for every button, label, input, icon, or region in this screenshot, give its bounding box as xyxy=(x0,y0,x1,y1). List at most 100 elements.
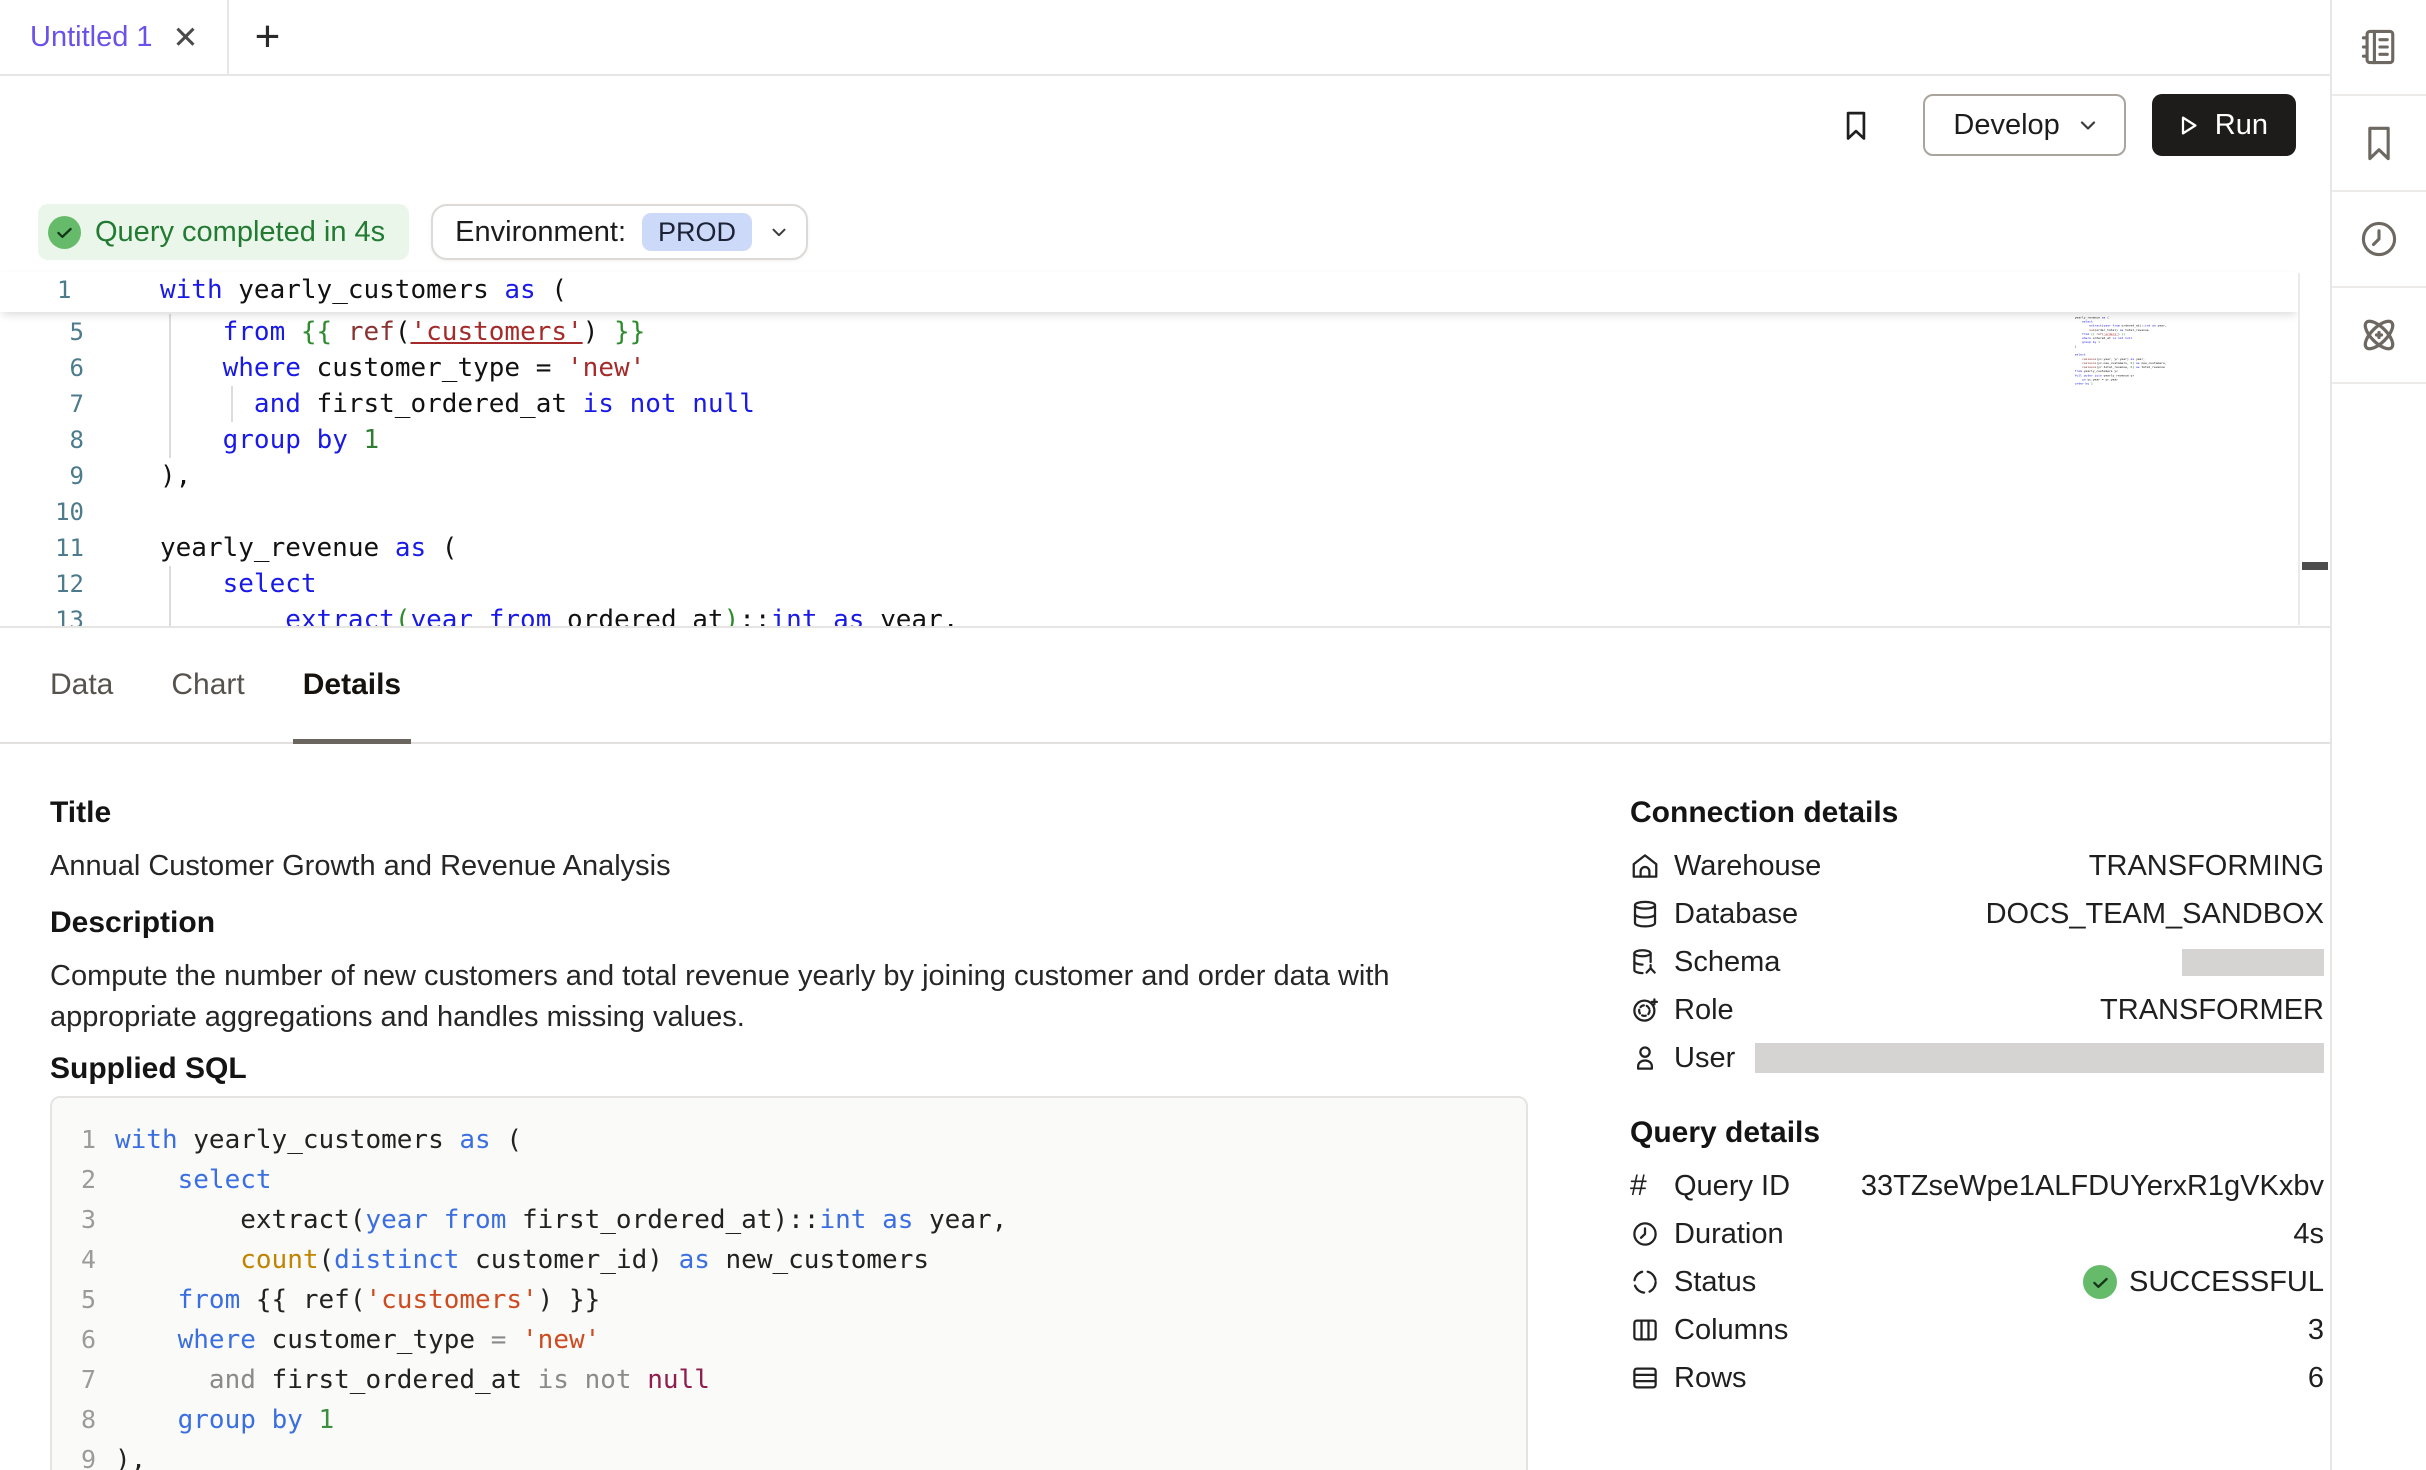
line-number: 9 xyxy=(52,1440,96,1470)
row-label: Schema xyxy=(1674,946,1780,979)
connection-row-schema: Schema xyxy=(1630,940,2324,984)
tab-data[interactable]: Data xyxy=(50,628,113,742)
line-number: 1 xyxy=(52,1120,96,1160)
sql-line: 4 count(distinct customer_id) as new_cus… xyxy=(52,1240,1526,1280)
sticky-line[interactable]: 1with yearly_customers as ( xyxy=(0,272,2298,312)
row-value: 3 xyxy=(2308,1314,2324,1347)
tab-chart[interactable]: Chart xyxy=(171,628,244,742)
row-label: Columns xyxy=(1674,1314,1788,1347)
line-number: 8 xyxy=(52,1400,96,1440)
query-row-duration: Duration 4s xyxy=(1630,1212,2324,1256)
line-number: 1 xyxy=(0,272,84,308)
run-button[interactable]: Run xyxy=(2152,94,2296,156)
line-number: 6 xyxy=(52,1320,96,1360)
code-line[interactable]: 9), xyxy=(0,458,2298,494)
line-number: 13 xyxy=(0,602,84,628)
row-label: User xyxy=(1674,1042,1735,1075)
row-label: Query ID xyxy=(1674,1170,1790,1203)
history-icon xyxy=(2357,217,2401,261)
sidebar-item-copilot[interactable] xyxy=(2332,288,2426,384)
line-number: 8 xyxy=(0,422,84,458)
query-row-columns: Columns 3 xyxy=(1630,1308,2324,1352)
redacted-value xyxy=(2182,949,2324,976)
notebook-icon xyxy=(2357,25,2401,69)
role-icon xyxy=(1630,995,1660,1025)
row-value: 33TZseWpe1ALFDUYerxR1gVKxbv xyxy=(1861,1170,2324,1203)
editor-scrollbar[interactable] xyxy=(2298,273,2330,625)
rows-icon xyxy=(1630,1363,1660,1393)
code-line[interactable]: 13 extract(year from ordered_at)::int as… xyxy=(0,602,2298,628)
scrollbar-thumb[interactable] xyxy=(2302,562,2328,570)
code-line[interactable]: 6 where customer_type = 'new' xyxy=(0,350,2298,386)
supplied-sql-heading: Supplied SQL xyxy=(50,1052,247,1086)
line-number: 11 xyxy=(0,530,84,566)
chevron-down-icon xyxy=(768,221,790,243)
code-line[interactable]: 8 group by 1 xyxy=(0,422,2298,458)
row-label: Database xyxy=(1674,898,1798,931)
check-circle-icon xyxy=(48,216,81,249)
toolbar: Develop Run xyxy=(0,76,2330,174)
play-icon xyxy=(2174,112,2201,139)
main-area: Untitled 1 ✕ + Develop Ru xyxy=(0,0,2332,1470)
results-tab-bar: Data Chart Details xyxy=(0,628,2330,744)
status-row: Query completed in 4s Environment: PROD xyxy=(38,204,808,260)
environment-value-pill: PROD xyxy=(642,213,752,251)
environment-label: Environment: xyxy=(455,216,626,249)
file-tab-label: Untitled 1 xyxy=(30,21,153,54)
connection-row-database: Database DOCS_TEAM_SANDBOX xyxy=(1630,892,2324,936)
sql-line: 9), xyxy=(52,1440,1526,1470)
database-icon xyxy=(1630,899,1660,929)
sql-editor[interactable]: 5 from {{ ref('customers') }}6 where cus… xyxy=(0,270,2330,628)
status-badge: SUCCESSFUL xyxy=(2083,1265,2324,1299)
connection-row-role: Role TRANSFORMER xyxy=(1630,988,2324,1032)
redacted-value xyxy=(1755,1043,2324,1073)
run-label: Run xyxy=(2215,109,2268,142)
code-line[interactable]: 12 select xyxy=(0,566,2298,602)
bookmark-icon xyxy=(1837,106,1875,144)
line-number: 12 xyxy=(0,566,84,602)
sql-line: 1with yearly_customers as ( xyxy=(52,1120,1526,1160)
sql-line: 7 and first_ordered_at is not null xyxy=(52,1360,1526,1400)
row-value: 4s xyxy=(2293,1218,2324,1251)
tab-details[interactable]: Details xyxy=(303,628,401,742)
line-number: 3 xyxy=(52,1200,96,1240)
details-panel: Title Annual Customer Growth and Revenue… xyxy=(0,744,2330,1470)
bookmark-button[interactable] xyxy=(1837,106,1875,144)
connection-row-user: User xyxy=(1630,1036,2324,1080)
description-value: Compute the number of new customers and … xyxy=(50,956,1510,1038)
ide-app: Untitled 1 ✕ + Develop Ru xyxy=(0,0,2426,1470)
line-number: 5 xyxy=(52,1280,96,1320)
query-row-status: Status SUCCESSFUL xyxy=(1630,1260,2324,1304)
description-heading: Description xyxy=(50,906,215,940)
sql-line: 5 from {{ ref('customers') }} xyxy=(52,1280,1526,1320)
details-left-column: Title Annual Customer Growth and Revenue… xyxy=(50,744,1530,1470)
chevron-down-icon xyxy=(2076,113,2100,137)
row-label: Status xyxy=(1674,1266,1756,1299)
right-sidebar xyxy=(2332,0,2426,1470)
sparkle-x-icon xyxy=(2356,312,2402,358)
code-line[interactable]: 7 and first_ordered_at is not null xyxy=(0,386,2298,422)
schema-icon xyxy=(1630,947,1660,977)
line-number: 6 xyxy=(0,350,84,386)
environment-selector[interactable]: Environment: PROD xyxy=(431,204,808,260)
code-line[interactable]: 11yearly_revenue as ( xyxy=(0,530,2298,566)
line-number: 9 xyxy=(0,458,84,494)
sidebar-item-bookmarks[interactable] xyxy=(2332,96,2426,192)
connection-details-heading: Connection details xyxy=(1630,796,1898,830)
close-icon[interactable]: ✕ xyxy=(173,22,199,53)
code-line[interactable]: 10 xyxy=(0,494,2298,530)
bookmark-icon xyxy=(2357,121,2401,165)
sidebar-item-notebook[interactable] xyxy=(2332,0,2426,96)
query-details-heading: Query details xyxy=(1630,1116,1820,1150)
code-line[interactable]: 1with yearly_customers as ( xyxy=(0,272,2298,308)
file-tab-untitled-1[interactable]: Untitled 1 ✕ xyxy=(0,0,229,74)
develop-dropdown[interactable]: Develop xyxy=(1923,94,2125,156)
new-tab-button[interactable]: + xyxy=(229,0,307,74)
sql-line: 3 extract(year from first_ordered_at)::i… xyxy=(52,1200,1526,1240)
line-number: 7 xyxy=(0,386,84,422)
connection-row-warehouse: Warehouse TRANSFORMING xyxy=(1630,844,2324,888)
sql-line: 2 select xyxy=(52,1160,1526,1200)
sidebar-item-history[interactable] xyxy=(2332,192,2426,288)
query-row-rows: Rows 6 xyxy=(1630,1356,2324,1400)
code-line[interactable]: 5 from {{ ref('customers') }} xyxy=(0,314,2298,350)
